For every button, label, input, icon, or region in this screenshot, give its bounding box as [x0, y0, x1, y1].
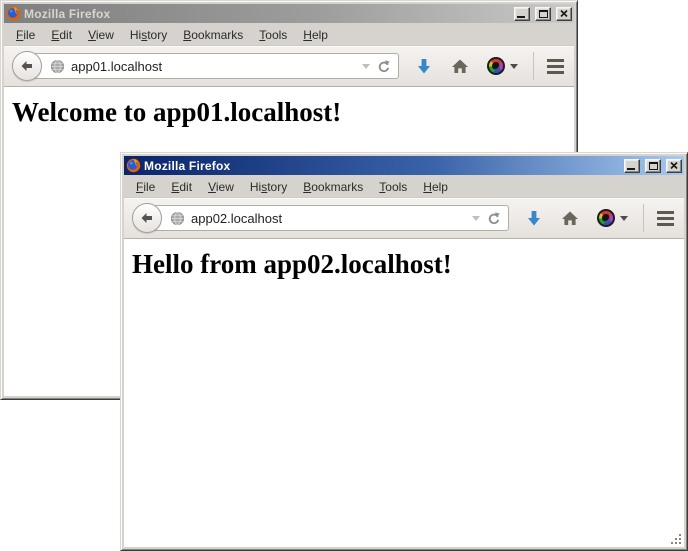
- menu-bar: File Edit View History Bookmarks Tools H…: [4, 24, 574, 45]
- hamburger-icon: [547, 59, 564, 62]
- menu-button[interactable]: [547, 59, 564, 74]
- navigation-toolbar: app01.localhost: [4, 45, 574, 87]
- menu-history[interactable]: History: [122, 26, 175, 44]
- maximize-icon: [649, 162, 658, 170]
- menu-bookmarks[interactable]: Bookmarks: [295, 178, 371, 196]
- globe-favicon: [50, 59, 65, 74]
- menu-help[interactable]: Help: [415, 178, 456, 196]
- menu-bar: File Edit View History Bookmarks Tools H…: [124, 176, 684, 197]
- menu-bookmarks[interactable]: Bookmarks: [175, 26, 251, 44]
- url-dropdown-icon[interactable]: [472, 216, 480, 225]
- minimize-icon: [517, 16, 525, 18]
- window-title: Mozilla Firefox: [144, 159, 619, 173]
- color-wheel-icon: [487, 57, 505, 75]
- toolbar-separator: [643, 204, 644, 232]
- downloads-button[interactable]: [526, 210, 542, 227]
- menu-file[interactable]: File: [8, 26, 43, 44]
- extension-button[interactable]: [487, 57, 518, 75]
- hamburger-icon: [657, 211, 674, 214]
- page-heading: Hello from app02.localhost!: [132, 249, 684, 280]
- back-arrow-icon: [19, 58, 35, 74]
- minimize-button[interactable]: [514, 7, 530, 21]
- color-wheel-icon: [597, 209, 615, 227]
- menu-tools[interactable]: Tools: [251, 26, 295, 44]
- close-button[interactable]: [556, 7, 572, 21]
- menu-edit[interactable]: Edit: [163, 178, 200, 196]
- url-dropdown-icon[interactable]: [362, 64, 370, 73]
- extension-dropdown-icon: [620, 216, 628, 225]
- page-heading: Welcome to app01.localhost!: [12, 97, 574, 128]
- maximize-button[interactable]: [645, 159, 661, 173]
- titlebar[interactable]: Mozilla Firefox: [124, 156, 684, 175]
- minimize-icon: [627, 168, 635, 170]
- browser-window-app02: Mozilla Firefox File Edit View History B…: [120, 152, 688, 551]
- downloads-button[interactable]: [416, 58, 432, 75]
- url-text: app01.localhost: [71, 59, 356, 74]
- extension-button[interactable]: [597, 209, 628, 227]
- firefox-logo-icon: [126, 158, 141, 173]
- extension-dropdown-icon: [510, 64, 518, 73]
- url-bar[interactable]: app01.localhost: [25, 53, 399, 79]
- menu-button[interactable]: [657, 211, 674, 226]
- menu-file[interactable]: File: [128, 178, 163, 196]
- toolbar-separator: [533, 52, 534, 80]
- back-button[interactable]: [132, 203, 162, 233]
- reload-icon[interactable]: [376, 59, 391, 74]
- maximize-icon: [539, 10, 548, 18]
- minimize-button[interactable]: [624, 159, 640, 173]
- globe-favicon: [170, 211, 185, 226]
- back-button[interactable]: [12, 51, 42, 81]
- back-arrow-icon: [139, 210, 155, 226]
- maximize-button[interactable]: [535, 7, 551, 21]
- window-title: Mozilla Firefox: [24, 7, 509, 21]
- menu-tools[interactable]: Tools: [371, 178, 415, 196]
- page-content: Hello from app02.localhost!: [124, 239, 684, 547]
- close-icon: [560, 10, 568, 17]
- menu-help[interactable]: Help: [295, 26, 336, 44]
- home-button[interactable]: [451, 58, 469, 74]
- titlebar[interactable]: Mozilla Firefox: [4, 4, 574, 23]
- resize-grip[interactable]: [670, 533, 683, 546]
- reload-icon[interactable]: [486, 211, 501, 226]
- close-icon: [670, 162, 678, 169]
- home-button[interactable]: [561, 210, 579, 226]
- menu-history[interactable]: History: [242, 178, 295, 196]
- close-button[interactable]: [666, 159, 682, 173]
- menu-edit[interactable]: Edit: [43, 26, 80, 44]
- menu-view[interactable]: View: [200, 178, 242, 196]
- url-bar[interactable]: app02.localhost: [145, 205, 509, 231]
- navigation-toolbar: app02.localhost: [124, 197, 684, 239]
- menu-view[interactable]: View: [80, 26, 122, 44]
- url-text: app02.localhost: [191, 211, 466, 226]
- firefox-logo-icon: [6, 6, 21, 21]
